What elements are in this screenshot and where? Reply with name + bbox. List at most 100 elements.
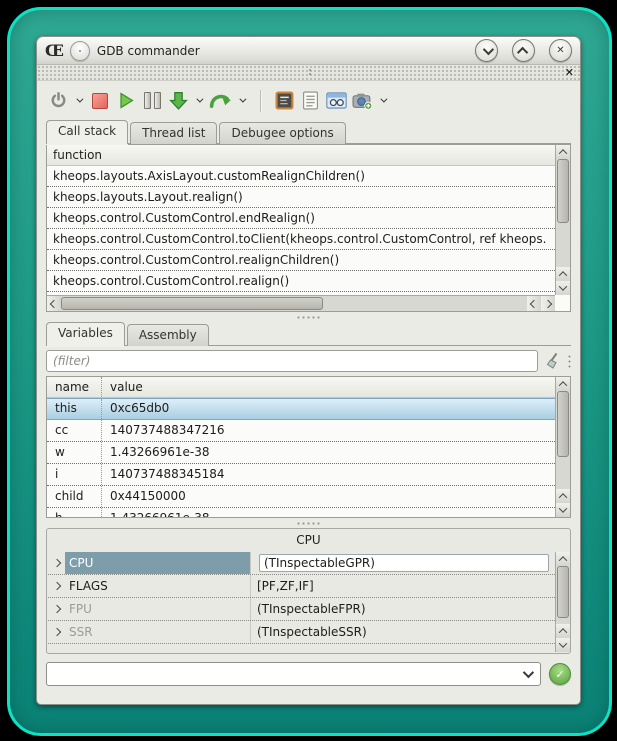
cpu-vertical-scrollbar[interactable] [555, 552, 570, 652]
variable-row-cc[interactable]: cc 140737488347216 [47, 420, 555, 442]
cpu-view-button[interactable] [273, 88, 295, 114]
callstack-vertical-scrollbar[interactable] [555, 145, 570, 295]
scroll-up-button[interactable] [556, 267, 570, 281]
dock-splitter-dots[interactable] [568, 354, 571, 368]
chevron-down-icon [76, 96, 83, 103]
tab-variables[interactable]: Variables [46, 322, 125, 346]
chevron-up-icon [516, 46, 527, 57]
app-logo-icon: Œ [45, 41, 63, 60]
variable-row-w[interactable]: w 1.43266961e-38 [47, 442, 555, 464]
toolbar-separator [260, 90, 261, 112]
callstack-row[interactable]: kheops.control.CustomControl.endRealign(… [47, 208, 555, 229]
scroll-right-button[interactable] [541, 296, 555, 311]
clear-filter-broom-icon[interactable] [544, 352, 562, 370]
chevron-down-icon [380, 96, 387, 103]
scrollbar-thumb[interactable] [557, 566, 569, 618]
tab-call-stack[interactable]: Call stack [46, 120, 128, 144]
scroll-left-button[interactable] [527, 296, 541, 311]
callstack-row[interactable]: kheops.control.CustomControl.realign() [47, 271, 555, 292]
power-button[interactable] [47, 88, 69, 114]
callstack-column-header[interactable]: function [47, 145, 555, 166]
callstack-horizontal-scrollbar[interactable] [47, 295, 555, 311]
step-over-dropdown[interactable] [234, 88, 248, 114]
tab-thread-list[interactable]: Thread list [130, 122, 217, 144]
cpu-row-fpu[interactable]: FPU (TInspectableFPR) [48, 598, 555, 621]
dock-close-button[interactable]: ✕ [565, 65, 574, 80]
cpu-view-icon [275, 91, 294, 110]
cpu-register-tree: CPU (TInspectableGPR) FLAGS [PF,ZF,IF] F… [48, 552, 555, 652]
dock-drag-handle[interactable] [309, 68, 311, 77]
titlebar[interactable]: Œ GDB commander ✕ [37, 37, 580, 65]
watch-window-icon [326, 92, 347, 109]
command-list-button[interactable] [299, 88, 321, 114]
combo-dropdown-button[interactable] [514, 670, 540, 678]
expand-chevron-icon[interactable] [48, 629, 65, 635]
gdb-command-combobox[interactable] [46, 662, 541, 686]
window-menu-button[interactable] [70, 41, 90, 61]
cpu-value-editor[interactable]: (TInspectableGPR) [259, 554, 549, 572]
send-command-button[interactable]: ✓ [549, 663, 571, 685]
tab-debugee-options[interactable]: Debugee options [219, 122, 345, 144]
run-button[interactable] [115, 88, 137, 114]
callstack-row[interactable]: kheops.control.CustomControl.toClient(kh… [47, 229, 555, 250]
snapshot-add-icon [352, 92, 373, 110]
variable-row-child[interactable]: child 0x44150000 [47, 486, 555, 508]
restore-button[interactable] [512, 39, 535, 62]
scrollbar-thumb[interactable] [557, 391, 569, 457]
cpu-row-flags[interactable]: FLAGS [PF,ZF,IF] [48, 575, 555, 598]
variable-row-h[interactable]: h 1.43266961e-38 [47, 508, 555, 517]
expand-chevron-icon[interactable] [48, 583, 65, 589]
column-header-value[interactable]: value [102, 377, 555, 397]
callstack-row[interactable]: kheops.layouts.AxisLayout.customRealignC… [47, 166, 555, 187]
scroll-left-button[interactable] [47, 296, 61, 311]
step-into-dropdown[interactable] [191, 88, 205, 114]
variables-vertical-scrollbar[interactable] [555, 377, 570, 517]
variables-list: this 0xc65db0 cc 140737488347216 w 1.432… [47, 398, 555, 517]
step-into-button[interactable] [167, 88, 189, 114]
close-button[interactable]: ✕ [549, 39, 572, 62]
callstack-row[interactable]: kheops.layouts.Layout.realign() [47, 187, 555, 208]
panel-splitter[interactable] [37, 518, 580, 528]
cpu-group-title: CPU [47, 529, 570, 551]
step-into-icon [168, 91, 189, 110]
scrollbar-thumb[interactable] [61, 297, 323, 310]
scroll-down-button[interactable] [556, 503, 570, 517]
chevron-down-icon [239, 96, 246, 103]
scroll-up-button[interactable] [556, 552, 570, 566]
debug-toolbar [37, 81, 580, 120]
scroll-up-button[interactable] [556, 624, 570, 638]
variable-row-this[interactable]: this 0xc65db0 [47, 398, 555, 420]
chevron-down-icon [482, 43, 493, 54]
variable-row-i[interactable]: i 140737488345184 [47, 464, 555, 486]
stop-button[interactable] [89, 88, 111, 114]
cpu-row-cpu[interactable]: CPU (TInspectableGPR) [48, 552, 555, 575]
power-dropdown[interactable] [71, 88, 85, 114]
callstack-list: kheops.layouts.AxisLayout.customRealignC… [47, 166, 555, 295]
scroll-up-button[interactable] [556, 489, 570, 503]
scroll-down-button[interactable] [556, 281, 570, 295]
shade-button[interactable] [475, 39, 498, 62]
filter-input[interactable] [46, 350, 538, 372]
tab-assembly[interactable]: Assembly [127, 324, 209, 346]
watch-window-button[interactable] [325, 88, 347, 114]
expand-chevron-icon[interactable] [48, 606, 65, 612]
panel-splitter[interactable] [37, 312, 580, 322]
snapshot-dropdown[interactable] [375, 88, 389, 114]
scrollbar-thumb[interactable] [557, 159, 569, 223]
scroll-up-button[interactable] [556, 377, 570, 391]
pause-button[interactable] [141, 88, 163, 114]
run-icon [119, 92, 134, 109]
callstack-tabbar: Call stack Thread list Debugee options [46, 120, 571, 144]
variables-column-headers[interactable]: name value [47, 377, 555, 398]
cpu-row-ssr[interactable]: SSR (TInspectableSSR) [48, 621, 555, 644]
window-title: GDB commander [97, 44, 200, 58]
expand-chevron-icon[interactable] [48, 560, 65, 566]
callstack-row[interactable]: kheops.control.CustomControl.realignChil… [47, 250, 555, 271]
step-over-button[interactable] [209, 88, 232, 114]
scroll-down-button[interactable] [556, 638, 570, 652]
snapshot-add-button[interactable] [351, 88, 373, 114]
scroll-up-button[interactable] [556, 145, 570, 159]
gdb-command-input[interactable] [47, 664, 514, 684]
dock-titlebar[interactable]: ✕ [37, 65, 580, 81]
column-header-name[interactable]: name [47, 377, 102, 397]
